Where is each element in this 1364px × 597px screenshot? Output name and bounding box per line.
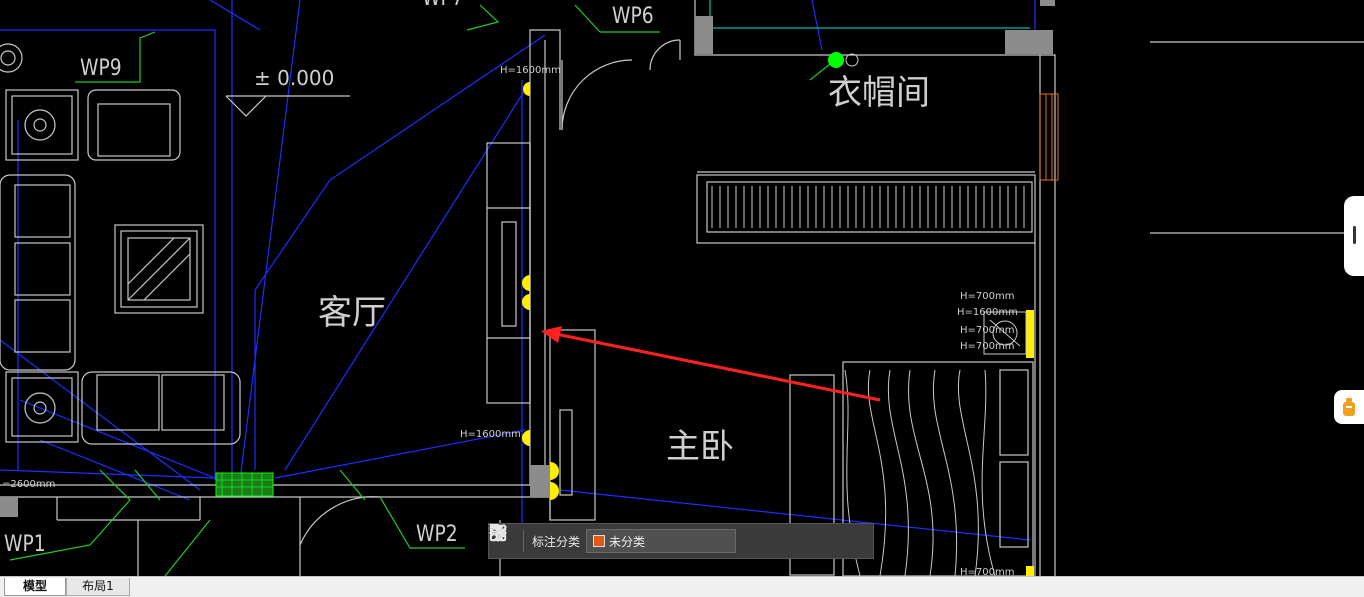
walls (0, 0, 1364, 576)
elevation-label: ± 0.000 (254, 66, 335, 90)
red-arrow (541, 326, 881, 402)
hatched-block (215, 472, 274, 497)
category-color-swatch (593, 535, 606, 547)
move-icon[interactable] (489, 524, 804, 554)
height-label: H=700mm (960, 325, 1015, 336)
green-marker (828, 52, 844, 68)
side-panel-handle[interactable] (1344, 196, 1364, 276)
wp7-label: WP7 (422, 0, 464, 10)
height-label: H=1600mm (500, 65, 561, 76)
height-label: H=1600mm (460, 429, 521, 440)
annotation-leaders (9, 4, 836, 576)
layout-tab-bar: 模型 布局1 (0, 576, 1364, 597)
sofa-furniture (0, 43, 241, 445)
height-label: H=700mm (960, 567, 1015, 577)
copy-icon[interactable] (490, 524, 836, 554)
category-label: 标注分类 (532, 534, 581, 549)
assistant-button[interactable] (1334, 390, 1364, 424)
electrical-fixtures (522, 82, 1034, 576)
floor-plan-drawing (0, 0, 1364, 576)
bottle-icon (1343, 398, 1355, 416)
height-label: H=700mm (960, 341, 1015, 352)
room-label-cloakroom: 衣帽间 (828, 73, 930, 113)
wp1-label: WP1 (4, 532, 46, 557)
wardrobe-hangers (711, 186, 1025, 228)
height-label: H=1600mm (957, 307, 1018, 318)
wp2-label: WP2 (416, 522, 458, 547)
wp9-label: WP9 (80, 56, 122, 81)
grip-icon (1353, 226, 1356, 244)
edit-icon[interactable] (490, 524, 772, 554)
tab-layout1[interactable]: 布局1 (66, 578, 130, 596)
room-label-master-bedroom: 主卧 (666, 427, 734, 467)
height-label: =2600mm (2, 479, 56, 490)
paste-icon[interactable] (490, 524, 868, 554)
room-label-living: 客厅 (318, 293, 386, 333)
category-dropdown[interactable]: 未分类 (489, 524, 737, 553)
height-label: H=700mm (960, 291, 1015, 302)
category-value: 未分类 (609, 534, 646, 549)
wp6-label: WP6 (612, 4, 654, 29)
cad-drawing-canvas[interactable]: WP9 WP6 WP7 WP1 WP2 ± 0.000 客厅 衣帽间 主卧 H=… (0, 0, 1364, 576)
tab-model[interactable]: 模型 (4, 578, 66, 596)
annotation-toolbar: 标注分类 未分类 (488, 523, 874, 559)
toolbar-separator (523, 530, 524, 552)
